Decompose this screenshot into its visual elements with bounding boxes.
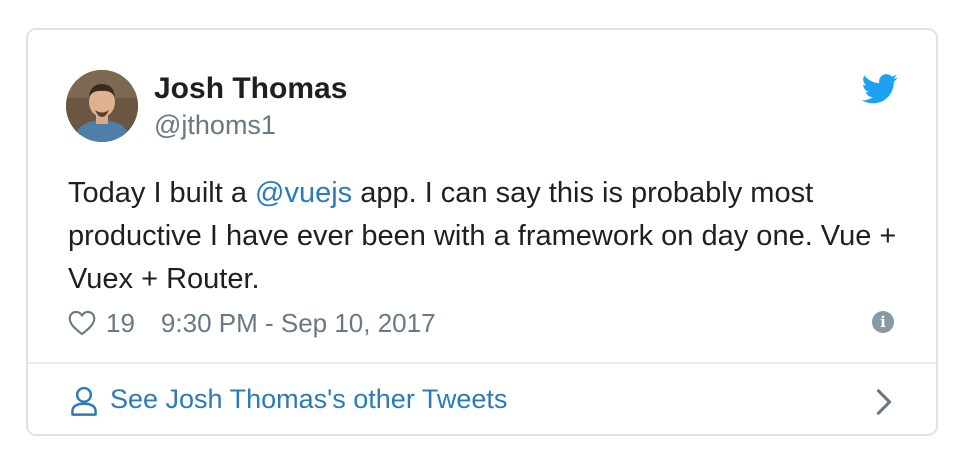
author-avatar[interactable] <box>66 70 138 142</box>
avatar-image <box>66 70 138 142</box>
tweet-timestamp[interactable]: 9:30 PM - Sep 10, 2017 <box>161 308 436 339</box>
tweet-text-start: Today I built a <box>68 177 255 209</box>
tweet-meta: 19 9:30 PM - Sep 10, 2017 <box>68 306 436 340</box>
info-icon[interactable]: i <box>872 311 894 333</box>
heart-icon[interactable] <box>68 310 96 336</box>
see-other-tweets-link[interactable]: See Josh Thomas's other Tweets <box>110 384 507 415</box>
person-icon <box>71 386 97 416</box>
tweet-text: Today I built a @vuejs app. I can say th… <box>68 172 908 301</box>
chevron-right-icon[interactable] <box>874 388 894 416</box>
mention-link[interactable]: @vuejs <box>255 177 352 209</box>
like-count[interactable]: 19 <box>106 308 135 339</box>
author-name[interactable]: Josh Thomas <box>154 72 347 106</box>
embedded-tweet-card: Josh Thomas @jthoms1 Today I built a @vu… <box>26 28 938 436</box>
author-handle[interactable]: @jthoms1 <box>154 110 276 141</box>
twitter-bird-icon[interactable] <box>862 74 898 104</box>
see-other-tweets-row[interactable]: See Josh Thomas's other Tweets <box>28 364 936 436</box>
